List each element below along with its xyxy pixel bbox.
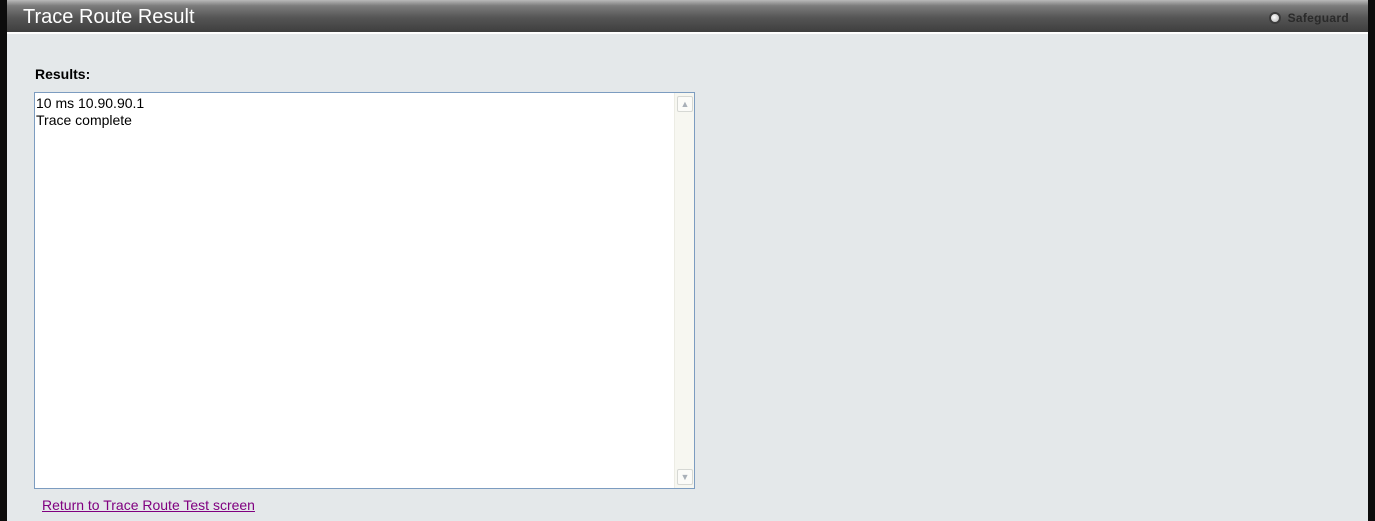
- safeguard-indicator: Safeguard: [1268, 10, 1349, 26]
- content-frame: Trace Route Result Safeguard Results: 10…: [0, 0, 1375, 521]
- chevron-up-icon[interactable]: ▲: [677, 96, 693, 112]
- results-scrollbar[interactable]: ▲ ▼: [674, 93, 694, 488]
- safeguard-indicator-icon: [1268, 12, 1281, 24]
- results-text: 10 ms 10.90.90.1 Trace complete: [36, 95, 666, 129]
- results-textarea[interactable]: 10 ms 10.90.90.1 Trace complete ▲ ▼: [34, 92, 695, 489]
- results-label: Results:: [35, 66, 91, 82]
- chevron-down-icon[interactable]: ▼: [677, 469, 693, 485]
- safeguard-label: Safeguard: [1287, 11, 1349, 25]
- title-bar: Trace Route Result Safeguard: [7, 0, 1368, 34]
- page-title: Trace Route Result: [23, 6, 195, 28]
- results-line: 10 ms 10.90.90.1: [36, 95, 145, 111]
- results-line: Trace complete: [36, 112, 132, 128]
- return-to-trace-route-link[interactable]: Return to Trace Route Test screen: [42, 497, 255, 513]
